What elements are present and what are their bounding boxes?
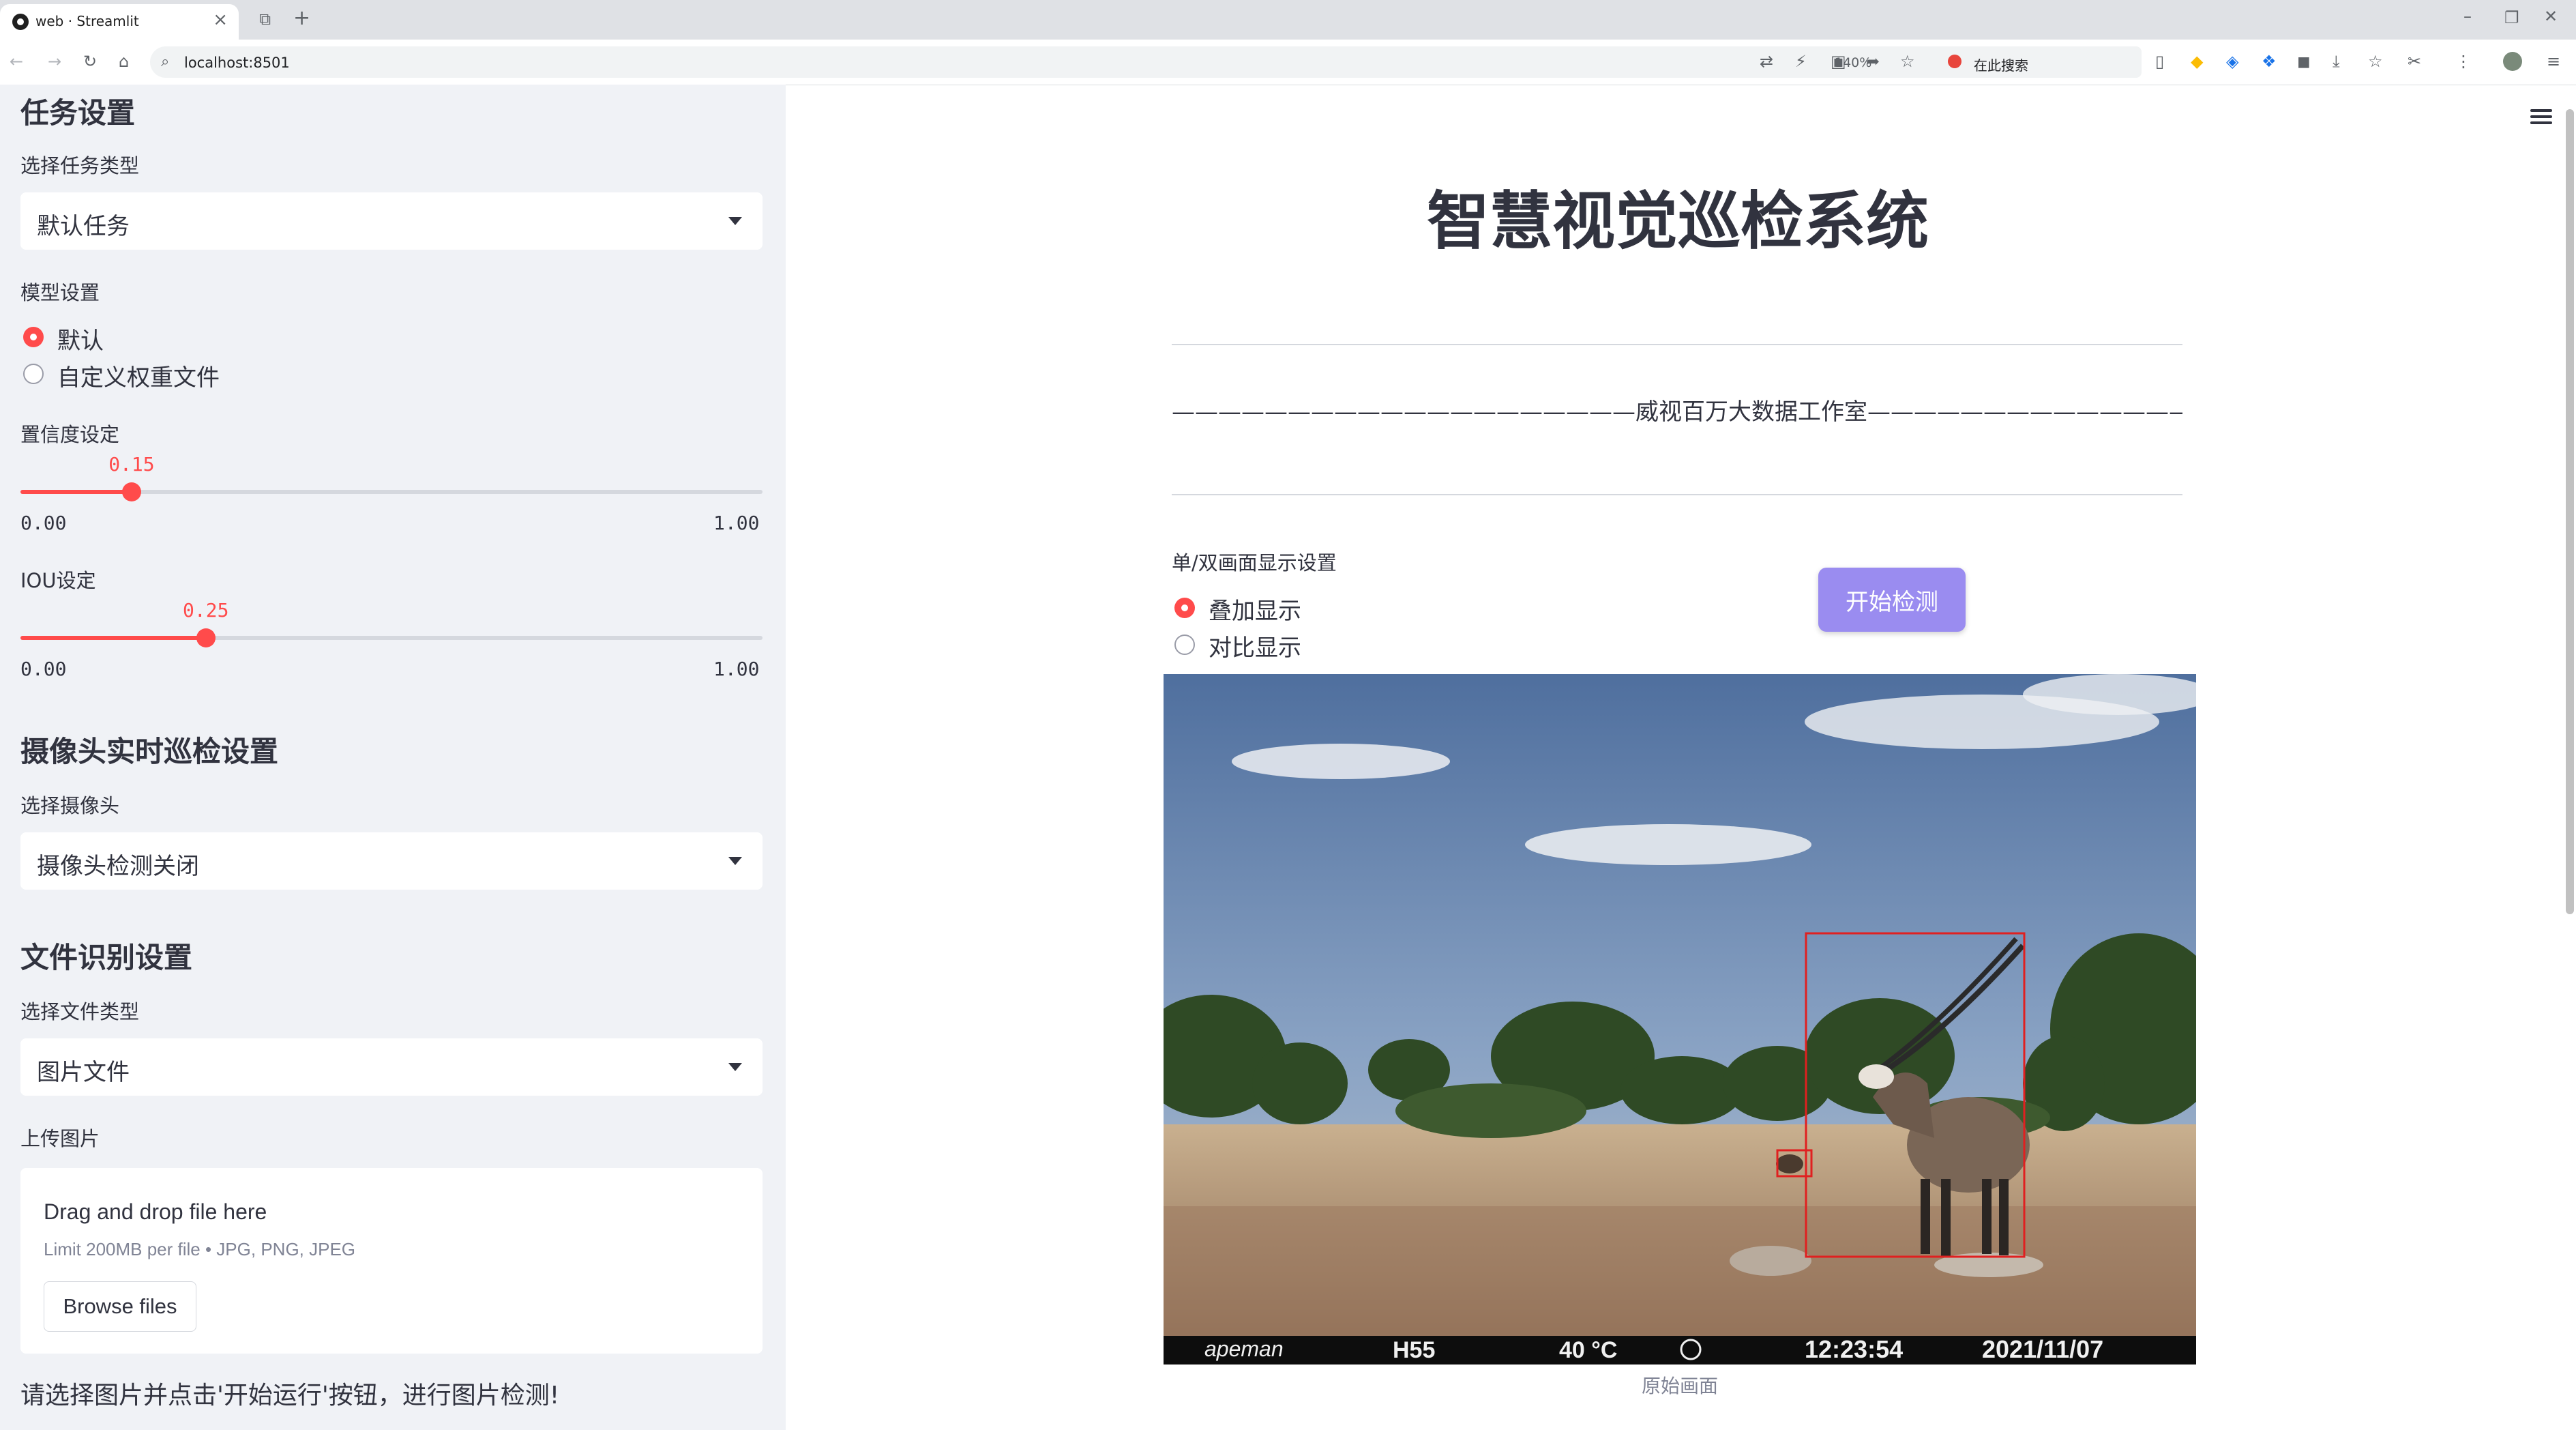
- home-icon[interactable]: ⌂: [119, 53, 129, 70]
- tab-title: web · Streamlit: [35, 13, 139, 29]
- streamlit-favicon-icon: [12, 14, 29, 30]
- chevron-down-icon: [728, 1063, 742, 1071]
- confidence-min: 0.00: [20, 512, 67, 534]
- iou-max: 1.00: [713, 658, 760, 680]
- url-text: localhost:8501: [184, 55, 290, 71]
- model-settings-label: 模型设置: [20, 281, 100, 304]
- iou-min: 0.00: [20, 658, 67, 680]
- share-icon[interactable]: ➦: [1866, 53, 1880, 70]
- restore-icon[interactable]: ❐: [2504, 10, 2519, 26]
- search-placeholder: 在此搜索: [1974, 57, 2028, 74]
- file-type-value: 图片文件: [37, 1059, 130, 1086]
- file-settings-heading: 文件识别设置: [20, 941, 193, 974]
- extension-4-icon[interactable]: ◼: [2297, 53, 2311, 70]
- translate-icon[interactable]: ⇄: [1760, 53, 1773, 70]
- more-menu-icon[interactable]: ⋮: [2455, 53, 2472, 70]
- task-type-select[interactable]: 默认任务: [20, 192, 763, 250]
- dropzone-title: Drag and drop file here: [44, 1199, 267, 1224]
- iou-slider-fill: [20, 636, 206, 640]
- compare-display-label[interactable]: 对比显示: [1209, 629, 1301, 662]
- camera-select-value: 摄像头检测关闭: [37, 853, 199, 880]
- camera-select-label: 选择摄像头: [20, 794, 120, 817]
- camera-model: H55: [1393, 1337, 1435, 1363]
- iou-value: 0.25: [183, 599, 229, 622]
- reading-mode-icon[interactable]: ▯: [2155, 53, 2164, 70]
- chevron-down-icon: [728, 217, 742, 225]
- minimize-icon[interactable]: –: [2463, 8, 2472, 25]
- extension-3-icon[interactable]: ❖: [2262, 53, 2277, 70]
- camera-time: 12:23:54: [1805, 1335, 1903, 1363]
- file-type-label: 选择文件类型: [20, 1000, 140, 1023]
- divider-bottom: [1172, 494, 2182, 495]
- image-caption: 原始画面: [1641, 1375, 1718, 1397]
- browser-menu-icon[interactable]: ≡: [2547, 53, 2560, 70]
- search-engine-icon: [1948, 55, 1961, 68]
- search-icon: ⌕: [161, 53, 170, 70]
- divider-top: [1172, 344, 2182, 345]
- browser-tab-bar: web · Streamlit × ⧉ + – ❐ ✕: [0, 0, 2576, 40]
- iou-slider-thumb[interactable]: [196, 628, 216, 647]
- confidence-max: 1.00: [713, 512, 760, 534]
- dropzone-limit: Limit 200MB per file • JPG, PNG, JPEG: [44, 1239, 356, 1259]
- overlay-display-label[interactable]: 叠加显示: [1209, 592, 1301, 626]
- address-bar: ← → ↻ ⌂ ⌕ localhost:8501 140% ⇄ ⚡ ▣ ➦ ☆ …: [0, 40, 2576, 85]
- browse-files-button[interactable]: Browse files: [44, 1281, 196, 1332]
- iou-label: IOU设定: [20, 569, 96, 592]
- camera-select[interactable]: 摄像头检测关闭: [20, 832, 763, 890]
- model-custom-radio[interactable]: [23, 364, 44, 384]
- profile-avatar[interactable]: [2503, 52, 2522, 71]
- task-type-label: 选择任务类型: [20, 154, 140, 177]
- close-tab-icon[interactable]: ×: [213, 10, 228, 30]
- confidence-slider-fill: [20, 490, 132, 494]
- sidebar: 任务设置 选择任务类型 默认任务 模型设置 默认 自定义权重文件 置信度设定 0…: [0, 85, 786, 1430]
- compare-display-radio[interactable]: [1174, 634, 1195, 655]
- camera-brand: apeman: [1204, 1337, 1284, 1361]
- instruction-text: 请选择图片并点击'开始运行'按钮，进行图片检测!: [20, 1382, 560, 1410]
- extension-2-icon[interactable]: ◈: [2226, 53, 2238, 70]
- browser-tab[interactable]: web · Streamlit ×: [0, 4, 239, 40]
- start-detection-button[interactable]: 开始检测: [1818, 568, 1966, 632]
- model-default-radio[interactable]: [23, 327, 44, 347]
- iou-slider[interactable]: [20, 628, 763, 647]
- task-type-value: 默认任务: [37, 213, 130, 240]
- model-default-label[interactable]: 默认: [57, 322, 104, 355]
- display-mode-label: 单/双画面显示设置: [1172, 551, 1337, 574]
- back-icon[interactable]: ←: [10, 53, 23, 70]
- browser-search-box[interactable]: 在此搜索: [1937, 46, 2142, 78]
- page-title: 智慧视觉巡检系统: [1426, 185, 1929, 258]
- lightning-icon[interactable]: ⚡: [1795, 53, 1807, 70]
- extension-icon[interactable]: ◆: [2191, 53, 2203, 70]
- confidence-slider-thumb[interactable]: [122, 482, 142, 501]
- tab-groups-icon[interactable]: ⧉: [259, 11, 271, 27]
- task-settings-heading: 任务设置: [20, 96, 136, 130]
- camera-date: 2021/11/07: [1982, 1335, 2103, 1363]
- bookmark-star-icon[interactable]: ☆: [1900, 53, 1915, 70]
- reload-icon[interactable]: ↻: [83, 53, 97, 70]
- confidence-label: 置信度设定: [20, 423, 120, 446]
- file-type-select[interactable]: 图片文件: [20, 1038, 763, 1096]
- overlay-display-radio[interactable]: [1174, 598, 1195, 618]
- model-custom-label[interactable]: 自定义权重文件: [57, 359, 220, 392]
- confidence-value: 0.15: [108, 453, 155, 476]
- favorites-icon[interactable]: ☆: [2368, 53, 2383, 70]
- screenshot-icon[interactable]: ▣: [1831, 53, 1846, 70]
- file-dropzone[interactable]: Drag and drop file here Limit 200MB per …: [20, 1168, 763, 1354]
- camera-settings-heading: 摄像头实时巡检设置: [20, 735, 279, 768]
- download-icon[interactable]: ⤓: [2333, 53, 2340, 70]
- upload-label: 上传图片: [20, 1127, 100, 1150]
- main-menu-icon[interactable]: [2530, 109, 2552, 124]
- new-tab-icon[interactable]: +: [293, 8, 310, 29]
- studio-banner: ————————————————————威视百万大数据工作室——————————…: [1172, 398, 2182, 426]
- camera-temperature: 40 °C: [1559, 1337, 1617, 1363]
- scissors-icon[interactable]: ✂: [2408, 53, 2421, 70]
- forward-icon[interactable]: →: [48, 53, 61, 70]
- window-close-icon[interactable]: ✕: [2544, 8, 2558, 25]
- detection-image: apeman H55 40 °C 12:23:54 2021/11/07: [1164, 674, 2196, 1365]
- chevron-down-icon: [728, 857, 742, 865]
- confidence-slider[interactable]: [20, 482, 763, 501]
